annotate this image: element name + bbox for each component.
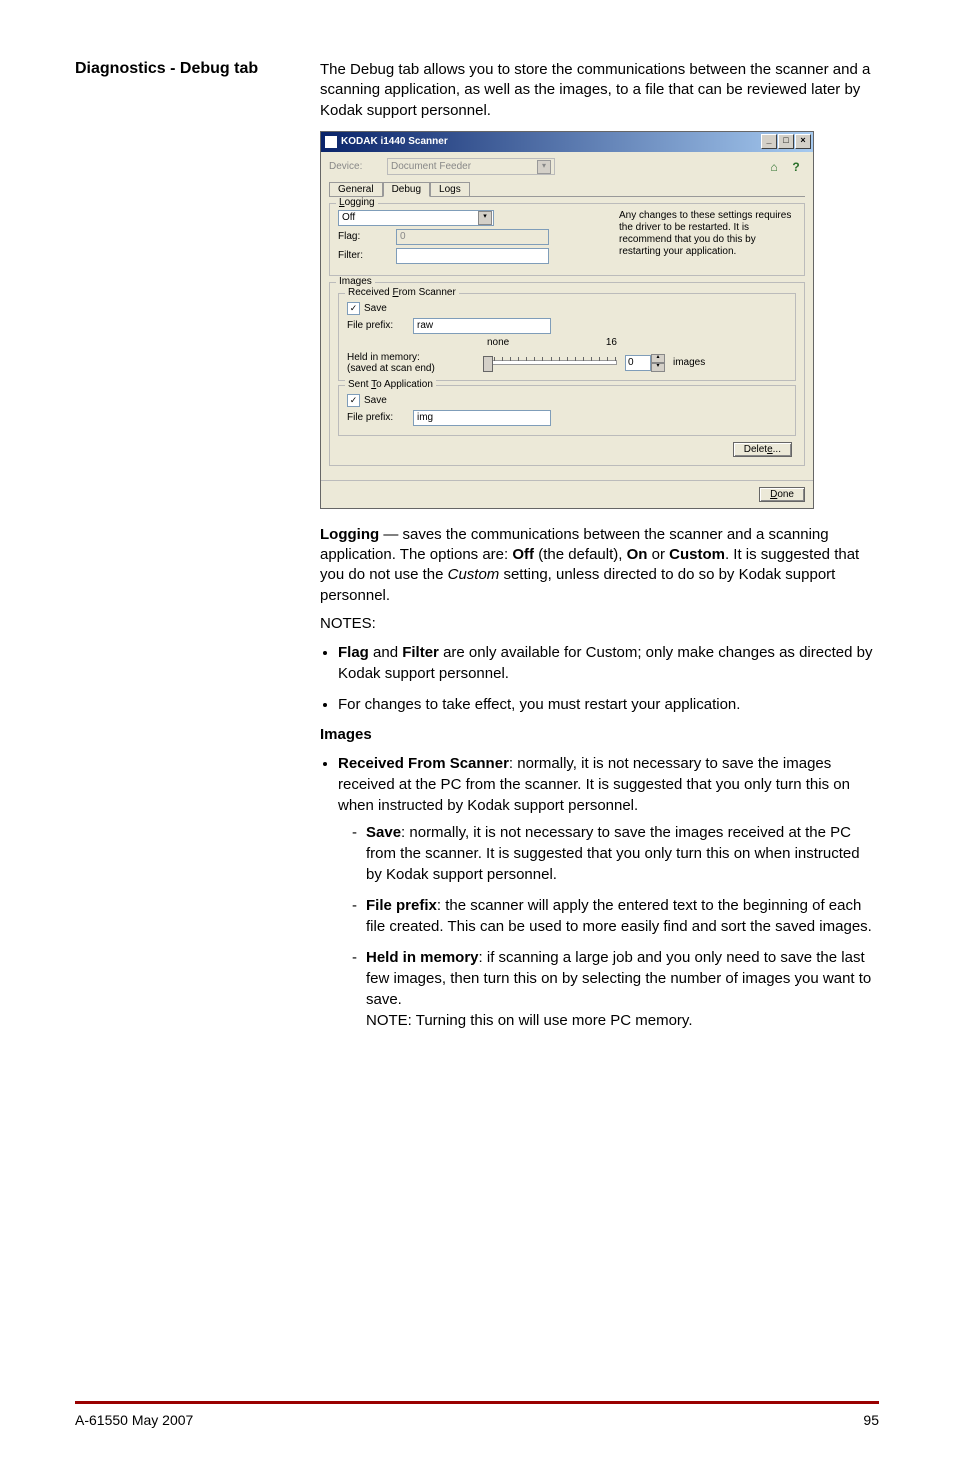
tab-debug[interactable]: Debug [383, 182, 430, 197]
device-select[interactable]: Document Feeder ▾ [387, 158, 555, 175]
notes-list: Flag and Filter are only available for C… [324, 642, 879, 715]
done-button[interactable]: Done [759, 487, 805, 502]
filter-input[interactable] [396, 248, 549, 264]
checkbox-icon: ✓ [347, 394, 360, 407]
held-slider[interactable] [485, 360, 617, 365]
logging-select[interactable]: Off ▾ [338, 210, 494, 226]
sent-prefix-label: File prefix: [347, 412, 407, 423]
footer-right: 95 [863, 1412, 879, 1428]
held-suffix: images [673, 357, 705, 368]
spinner-down-icon[interactable]: ▾ [651, 363, 665, 372]
notes-label: NOTES: [320, 614, 879, 634]
chevron-down-icon: ▾ [478, 211, 492, 225]
home-icon[interactable]: ⌂ [765, 158, 783, 176]
received-item: Received From Scanner: normally, it is n… [338, 753, 879, 1031]
flag-label: Flag: [338, 231, 390, 242]
titlebar: KODAK i1440 Scanner _ □ × [321, 132, 813, 152]
received-save-label: Save [364, 303, 387, 314]
held-label-1: Held in memory: [347, 352, 477, 363]
logging-paragraph: Logging — saves the communications betwe… [320, 525, 879, 606]
page-footer: A-61550 May 2007 95 [75, 1401, 879, 1428]
note-item-2: For changes to take effect, you must res… [338, 694, 879, 715]
minimize-button[interactable]: _ [761, 134, 777, 149]
slider-min-label: none [487, 337, 509, 348]
received-prefix-label: File prefix: [347, 320, 407, 331]
filter-label: Filter: [338, 250, 390, 261]
close-button[interactable]: × [795, 134, 811, 149]
logging-group: Logging Off ▾ Flag: 0 [329, 203, 805, 276]
received-save-checkbox[interactable]: ✓ Save [347, 302, 787, 315]
sent-subgroup: Sent To Application ✓ Save File prefix: … [338, 385, 796, 436]
flag-input[interactable]: 0 [396, 229, 549, 245]
held-spinner-value[interactable]: 0 [625, 355, 651, 371]
sent-save-label: Save [364, 395, 387, 406]
sent-save-checkbox[interactable]: ✓ Save [347, 394, 787, 407]
delete-button[interactable]: Delete... [733, 442, 792, 457]
checkbox-icon: ✓ [347, 302, 360, 315]
images-group: Images Received From Scanner ✓ Save File… [329, 282, 805, 466]
dialog-window: KODAK i1440 Scanner _ □ × Device: Docume… [320, 131, 814, 509]
tab-logs[interactable]: Logs [430, 182, 470, 196]
fileprefix-subitem: File prefix: the scanner will apply the … [352, 895, 879, 937]
held-spinner[interactable]: 0 ▴ ▾ [625, 354, 665, 372]
tab-general[interactable]: General [329, 182, 383, 196]
app-icon [325, 136, 337, 148]
save-subitem: Save: normally, it is not necessary to s… [352, 822, 879, 885]
sent-title: Sent To Application [345, 379, 436, 390]
maximize-button[interactable]: □ [778, 134, 794, 149]
note-item-1: Flag and Filter are only available for C… [338, 642, 879, 684]
received-subgroup: Received From Scanner ✓ Save File prefix… [338, 293, 796, 381]
slider-max-label: 16 [606, 337, 617, 348]
window-title: KODAK i1440 Scanner [341, 136, 761, 147]
logging-note: Any changes to these settings requires t… [619, 210, 796, 267]
heldinmemory-subitem: Held in memory: if scanning a large job … [352, 947, 879, 1031]
footer-left: A-61550 May 2007 [75, 1412, 193, 1428]
device-label: Device: [329, 161, 379, 172]
images-group-title: Images [336, 276, 375, 287]
logging-value: Off [342, 212, 355, 223]
received-title: Received From Scanner [345, 287, 459, 298]
dropdown-arrow-icon: ▾ [537, 160, 551, 174]
intro-paragraph: The Debug tab allows you to store the co… [320, 60, 879, 121]
images-list: Received From Scanner: normally, it is n… [324, 753, 879, 1031]
section-heading: Diagnostics - Debug tab [75, 60, 258, 77]
spinner-up-icon[interactable]: ▴ [651, 354, 665, 363]
tab-strip: General Debug Logs [329, 182, 805, 197]
received-prefix-input[interactable]: raw [413, 318, 551, 334]
held-label-2: (saved at scan end) [347, 363, 477, 374]
device-value: Document Feeder [391, 161, 471, 172]
sent-prefix-input[interactable]: img [413, 410, 551, 426]
help-icon[interactable]: ? [787, 158, 805, 176]
slider-thumb-icon[interactable] [483, 356, 493, 372]
logging-group-title: Logging [336, 197, 378, 208]
images-heading: Images [320, 725, 879, 745]
